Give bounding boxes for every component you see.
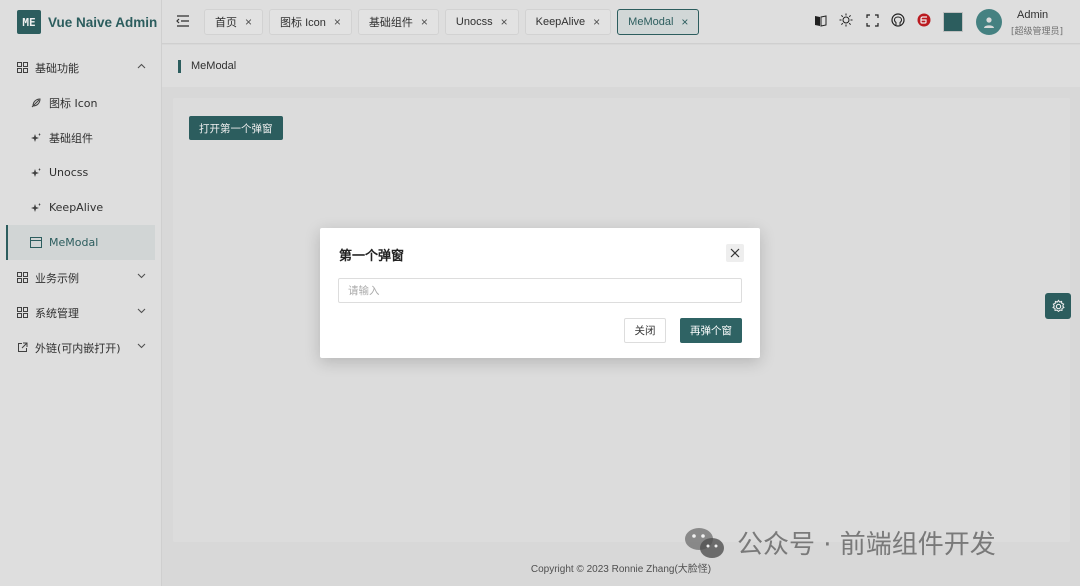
wechat-icon (685, 527, 724, 558)
close-icon[interactable] (726, 244, 744, 262)
first-modal-dialog: 第一个弹窗 关闭 再弹个窗 (320, 228, 760, 358)
wechat-watermark: 公众号 · 前端组件开发 (683, 524, 996, 561)
modal-close-button[interactable]: 关闭 (624, 318, 666, 343)
watermark-text: 公众号 · 前端组件开发 (737, 530, 996, 560)
modal-title: 第一个弹窗 (339, 249, 405, 264)
modal-text-input[interactable] (338, 278, 742, 303)
open-another-modal-button[interactable]: 再弹个窗 (680, 318, 742, 343)
